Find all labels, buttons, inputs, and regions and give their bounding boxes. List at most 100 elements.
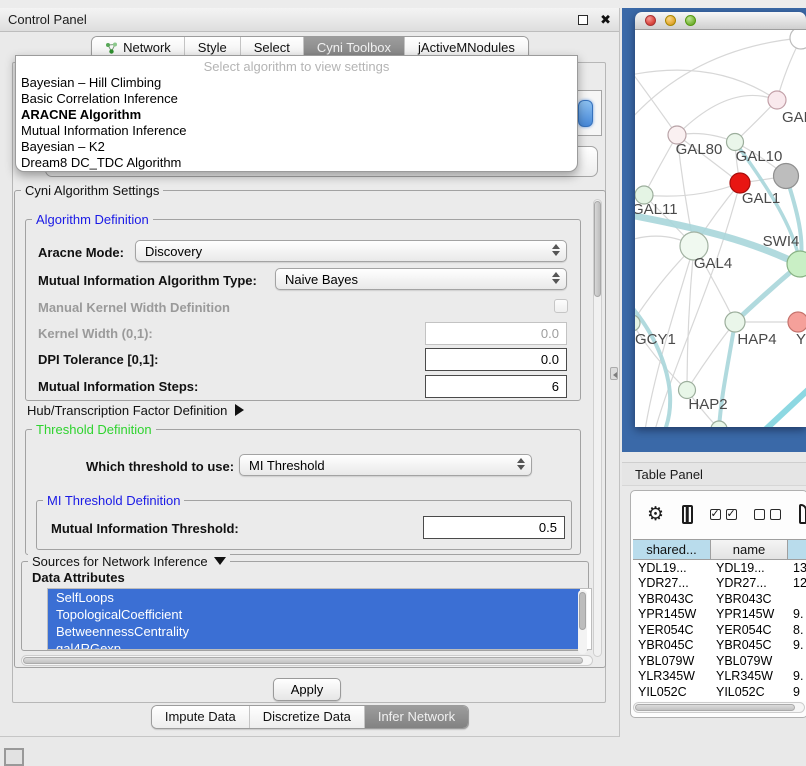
hub-definition-expander[interactable]: Hub/Transcription Factor Definition [27,403,244,418]
table-row[interactable]: YLR345WYLR345W9. [633,669,806,685]
aracne-mode-combo[interactable]: Discovery [135,240,567,262]
settings-horizontal-scrollbar[interactable] [21,655,593,666]
table-body: YDL19...YDL19...13YDR27...YDR27...12YBR0… [633,560,806,701]
table-row[interactable]: YIL052CYIL052C9 [633,684,806,700]
panel-divider-handle[interactable] [610,367,618,380]
data-attribute-gal4rgexp[interactable]: gal4RGexp [48,640,580,650]
manual-kernel-checkbox[interactable] [554,299,568,313]
algorithm-option-bayesian-hill-climbing[interactable]: Bayesian – Hill Climbing [16,75,577,91]
panel-title: Control Panel [8,12,87,27]
table-row[interactable]: YBR045CYBR045C9. [633,638,806,654]
mi-type-label: Mutual Information Algorithm Type: [38,273,257,288]
zoom-window-icon[interactable] [685,15,696,26]
network-node-white-top[interactable] [790,30,806,49]
which-threshold-combo[interactable]: MI Threshold [239,454,532,476]
tab-discretize-data[interactable]: Discretize Data [249,706,364,728]
column-header-shared[interactable]: shared... [633,540,711,559]
table-row[interactable]: YBR043CYBR043C [633,591,806,607]
network-node-gray[interactable] [774,164,799,189]
network-node-hap4[interactable] [725,312,745,332]
close-window-icon[interactable] [645,15,656,26]
table-cell: YDR27... [711,576,788,592]
node-label-gcy1: GCY1 [635,331,676,348]
kernel-width-field[interactable]: 0.0 [425,322,567,345]
table-cell: YIL052C [711,684,788,700]
control-panel: Control Panel ✖ NetworkStyleSelectCyni T… [0,8,620,737]
node-label-gal1: GAL1 [742,190,780,207]
table-cell: YER054C [633,622,711,638]
settings-scrollbar[interactable] [593,199,602,657]
table-cell: YBR043C [711,591,788,607]
table-cell: 8. [788,622,806,638]
table-cell: YBR045C [633,638,711,654]
algorithm-option-dream8-dc-tdc-algorithm[interactable]: Dream8 DC_TDC Algorithm [16,155,577,171]
table-cell: YBR045C [711,638,788,654]
column-header-2[interactable] [788,540,806,559]
table-cell: YPR145W [633,607,711,623]
data-attribute-betweennesscentrality[interactable]: BetweennessCentrality [48,623,580,640]
table-row[interactable]: YPR145WYPR145W9. [633,607,806,623]
network-canvas[interactable]: GALGAL80GAL10GAL1GAL11SWI4GAL4GCY1HAP4YH… [635,30,806,427]
tab-label: Impute Data [165,709,236,724]
algorithm-option-bayesian-k2[interactable]: Bayesian – K2 [16,139,577,155]
table-toolbar: ⚙ [631,491,806,537]
tab-label: Select [254,40,290,55]
tab-impute-data[interactable]: Impute Data [152,706,249,728]
mi-type-combo[interactable]: Naive Bayes [275,268,567,290]
dpi-tolerance-field[interactable]: 0.0 [425,348,567,371]
select-all-icon[interactable] [710,509,737,520]
algorithm-option-basic-correlation-inference[interactable]: Basic Correlation Inference [16,91,577,107]
combo-arrows-icon [552,272,560,284]
tab-infer-network[interactable]: Infer Network [364,706,468,728]
mi-threshold-field[interactable]: 0.5 [423,516,565,539]
inference-algorithm-combo-fragment[interactable] [575,90,602,136]
top-strip [0,0,806,8]
apply-button[interactable]: Apply [273,678,341,701]
algorithm-option-aracne-algorithm[interactable]: ARACNE Algorithm [16,107,577,123]
table-cell: 9. [788,607,806,623]
table-row[interactable]: YER054CYER054C8. [633,622,806,638]
node-label-swi4: SWI4 [763,233,800,250]
dock-panel-chip[interactable] [4,748,24,766]
tab-label: Network [123,40,171,55]
column-header-name[interactable]: name [711,540,788,559]
table-row[interactable]: YBL079WYBL079W [633,653,806,669]
columns-icon[interactable] [682,505,692,524]
table-row[interactable]: YDL19...YDL19...13 [633,560,806,576]
table-row[interactable]: YDR27...YDR27...12 [633,576,806,592]
mi-steps-field[interactable]: 6 [425,375,567,398]
which-threshold-value: MI Threshold [249,458,325,473]
collapse-down-icon [214,557,226,565]
table-cell: YLR345W [711,669,788,685]
table-cell: YDR27... [633,576,711,592]
network-node-y[interactable] [788,312,806,332]
data-attribute-topologicalcoefficient[interactable]: TopologicalCoefficient [48,606,580,623]
list-scrollbar[interactable] [578,590,587,654]
network-node-gal[interactable] [768,91,786,109]
data-attributes-list[interactable]: SelfLoopsTopologicalCoefficientBetweenne… [47,588,592,650]
float-panel-icon[interactable] [578,15,588,25]
network-window[interactable]: GALGAL80GAL10GAL1GAL11SWI4GAL4GCY1HAP4YH… [635,12,806,427]
table-cell: 12 [788,576,806,592]
node-label-hap4: HAP4 [737,331,776,348]
control-panel-titlebar: Control Panel ✖ [0,8,619,32]
data-attribute-selfloops[interactable]: SelfLoops [48,589,580,606]
node-label-gal80: GAL80 [676,141,723,158]
table-horizontal-scrollbar[interactable] [633,702,805,713]
node-label-gal10: GAL10 [736,148,783,165]
tab-label: Infer Network [378,709,455,724]
gear-icon[interactable]: ⚙ [647,505,664,524]
node-label-hap2: HAP2 [688,396,727,413]
sources-group-title[interactable]: Sources for Network Inference [28,554,230,569]
network-node-bottom[interactable] [711,421,727,427]
table-cell: 9. [788,638,806,654]
export-table-icon[interactable] [799,504,806,524]
algorithm-option-mutual-information-inference[interactable]: Mutual Information Inference [16,123,577,139]
deselect-all-icon[interactable] [754,509,781,520]
kernel-width-label: Kernel Width (0,1): [38,326,153,341]
minimize-window-icon[interactable] [665,15,676,26]
node-label-gal4: GAL4 [694,255,732,272]
close-panel-icon[interactable]: ✖ [600,15,611,25]
table-panel-box: ⚙ shared...name YDL19...YDL19...13YDR27.… [630,490,806,718]
combo-arrows-icon [517,458,525,470]
